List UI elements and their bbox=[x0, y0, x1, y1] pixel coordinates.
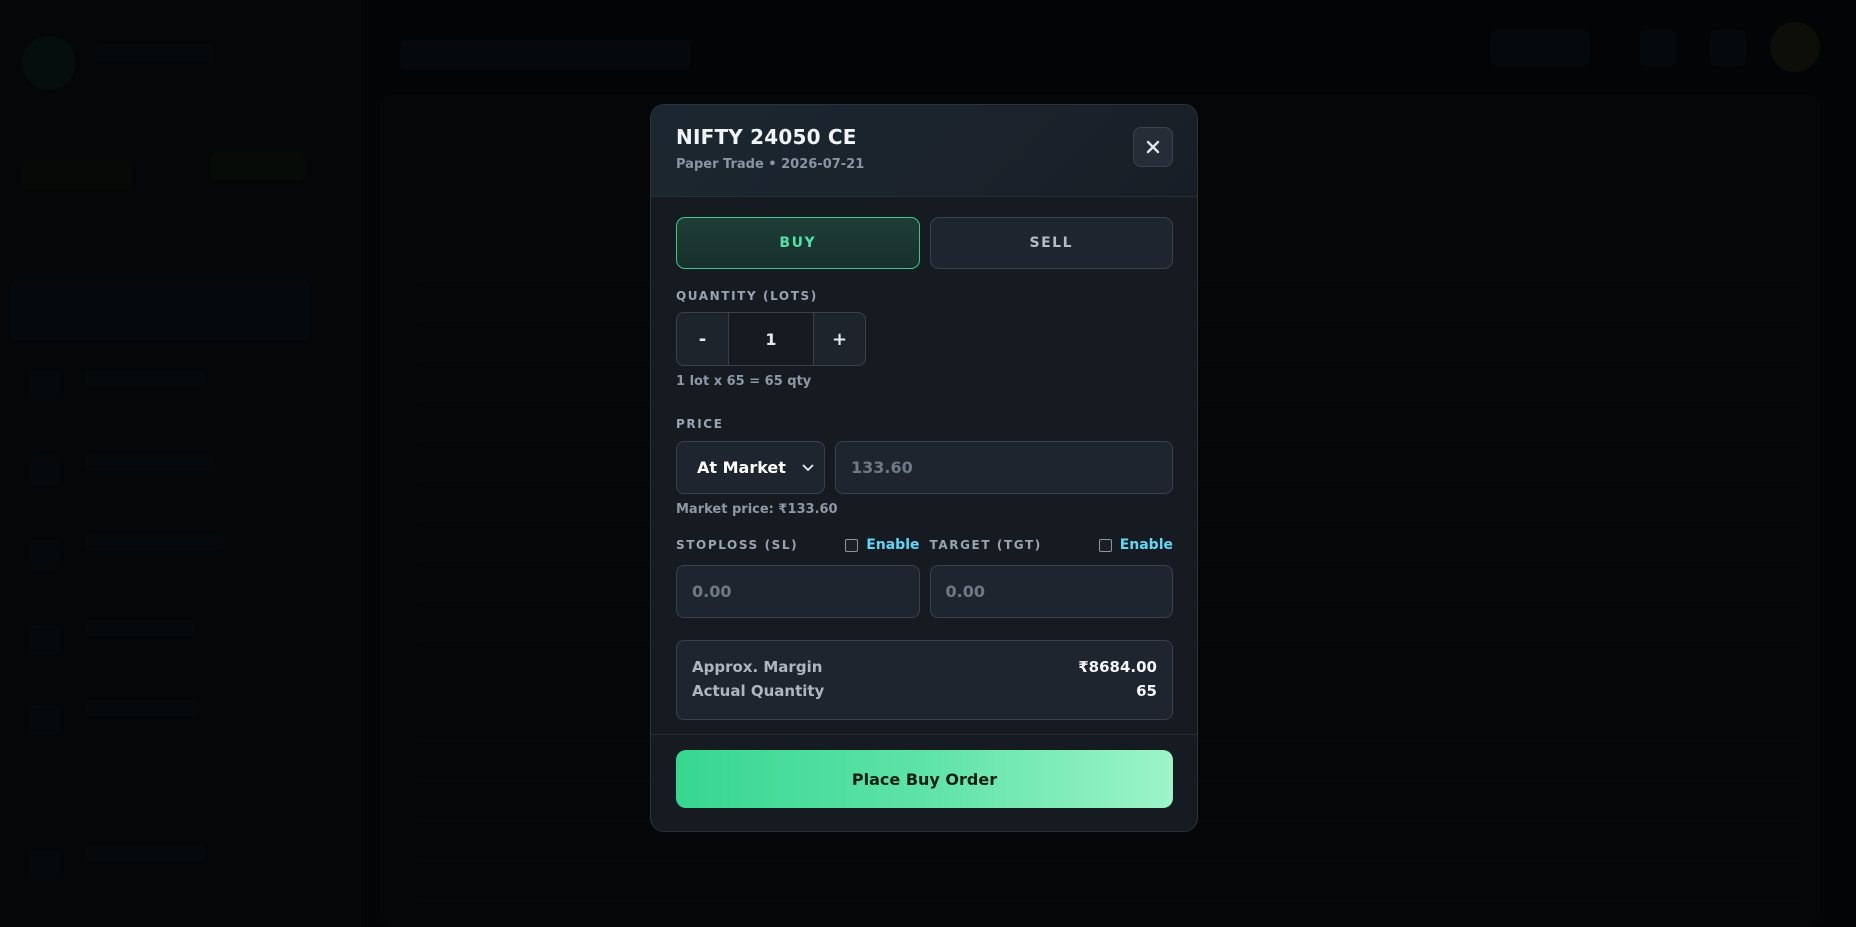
order-modal: NIFTY 24050 CE Paper Trade • 2026-07-21 … bbox=[650, 104, 1198, 832]
margin-value: ₹8684.00 bbox=[1078, 658, 1157, 676]
price-input[interactable]: 133.60 bbox=[835, 441, 1173, 494]
increment-button[interactable]: + bbox=[814, 313, 865, 365]
margin-label: Approx. Margin bbox=[692, 658, 823, 676]
summary-quantity-row: Actual Quantity 65 bbox=[692, 679, 1157, 703]
modal-footer: Place Buy Order bbox=[651, 734, 1197, 831]
target-enable-checkbox[interactable] bbox=[1098, 538, 1112, 552]
stoploss-group: STOPLOSS (SL) Enable 0.00 bbox=[676, 535, 920, 618]
quantity-input[interactable]: 1 bbox=[728, 313, 814, 365]
close-button[interactable] bbox=[1133, 127, 1173, 167]
target-enable-toggle[interactable]: Enable bbox=[1098, 537, 1173, 553]
target-enable-label[interactable]: Enable bbox=[1120, 537, 1173, 553]
modal-body: BUY SELL QUANTITY (LOTS) - 1 + 1 lot x 6… bbox=[651, 217, 1197, 720]
chevron-down-icon bbox=[802, 464, 814, 471]
sl-target-row: STOPLOSS (SL) Enable 0.00 TARGET (TGT) E… bbox=[676, 535, 1173, 618]
stoploss-label: STOPLOSS (SL) bbox=[676, 538, 799, 552]
price-label: PRICE bbox=[676, 417, 724, 431]
modal-subtitle: Paper Trade • 2026-07-21 bbox=[676, 157, 865, 172]
sell-button[interactable]: SELL bbox=[929, 217, 1173, 269]
stoploss-input-placeholder: 0.00 bbox=[692, 582, 732, 601]
modal-title: NIFTY 24050 CE bbox=[676, 125, 857, 149]
stoploss-enable-label[interactable]: Enable bbox=[866, 537, 919, 553]
buy-button[interactable]: BUY bbox=[676, 217, 920, 269]
order-summary: Approx. Margin ₹8684.00 Actual Quantity … bbox=[676, 640, 1173, 720]
modal-header: NIFTY 24050 CE Paper Trade • 2026-07-21 bbox=[651, 105, 1197, 197]
place-order-button[interactable]: Place Buy Order bbox=[676, 750, 1173, 808]
market-price-hint: Market price: ₹133.60 bbox=[676, 502, 838, 517]
quantity-label: QUANTITY (LOTS) bbox=[676, 289, 818, 303]
decrement-button[interactable]: - bbox=[677, 313, 728, 365]
stoploss-input[interactable]: 0.00 bbox=[676, 565, 920, 618]
target-label: TARGET (TGT) bbox=[929, 538, 1042, 552]
target-input-placeholder: 0.00 bbox=[945, 582, 985, 601]
side-toggle: BUY SELL bbox=[676, 217, 1173, 269]
quantity-stepper: - 1 + bbox=[676, 312, 866, 366]
lot-size-hint: 1 lot x 65 = 65 qty bbox=[676, 374, 812, 389]
actual-quantity-label: Actual Quantity bbox=[692, 682, 825, 700]
order-type-value: At Market bbox=[697, 458, 786, 477]
actual-quantity-value: 65 bbox=[1136, 682, 1157, 700]
price-input-placeholder: 133.60 bbox=[851, 458, 913, 477]
price-row: At Market 133.60 bbox=[676, 441, 1173, 494]
close-icon bbox=[1146, 140, 1160, 154]
stoploss-enable-toggle[interactable]: Enable bbox=[845, 537, 920, 553]
stoploss-enable-checkbox[interactable] bbox=[845, 538, 859, 552]
summary-margin-row: Approx. Margin ₹8684.00 bbox=[692, 655, 1157, 679]
order-type-select[interactable]: At Market bbox=[676, 441, 825, 494]
target-group: TARGET (TGT) Enable 0.00 bbox=[929, 535, 1173, 618]
target-input[interactable]: 0.00 bbox=[929, 565, 1173, 618]
